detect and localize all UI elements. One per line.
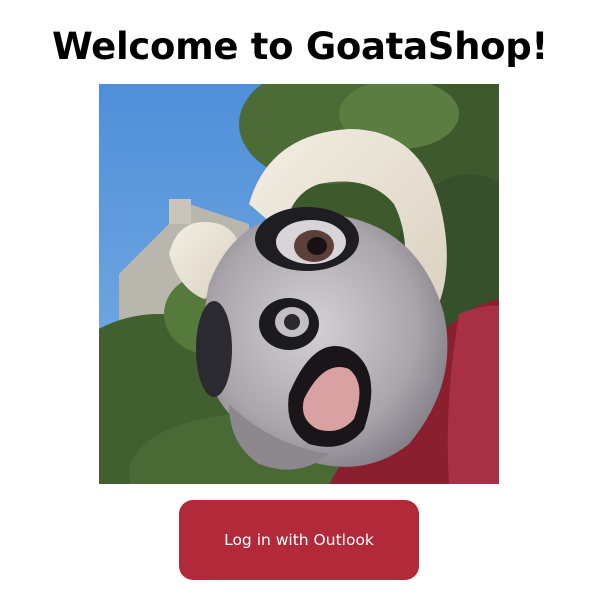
- welcome-page: Welcome to GoataShop! Log in with Outloo…: [0, 0, 613, 600]
- login-outlook-button[interactable]: Log in with Outlook: [179, 500, 419, 580]
- page-title: Welcome to GoataShop!: [51, 25, 549, 68]
- goat-mascot-photo: [99, 84, 499, 484]
